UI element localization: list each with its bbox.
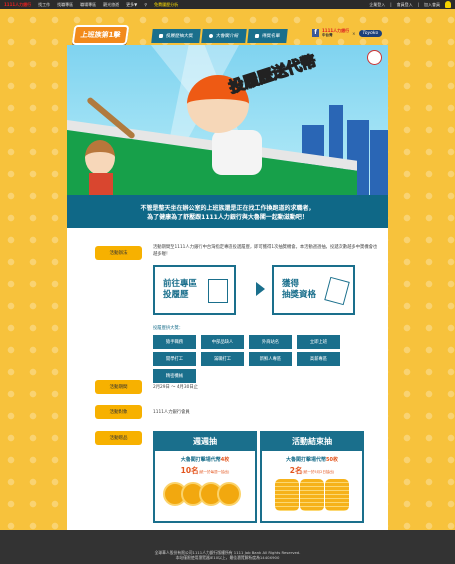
logo-text: 上班族第1擊 xyxy=(80,31,121,39)
draw-note: (統一於5月2日抽出) xyxy=(302,470,335,474)
arrow-right-icon xyxy=(256,282,265,296)
intro-line: 為了健康為了舒壓跟1111人力銀行與大魯閣一起動滋動吧！ xyxy=(147,214,308,221)
batter-body xyxy=(212,130,262,175)
nav-link[interactable]: 找工作 xyxy=(38,2,50,8)
baseball-icon xyxy=(208,34,214,38)
coin-stack-icon xyxy=(275,479,299,511)
tag-button[interactable]: 中部品缺人 xyxy=(201,335,244,349)
nav-label: 投履歷抽大獎 xyxy=(165,34,194,39)
tag-button[interactable]: 精密機械 xyxy=(153,369,196,383)
prize-desc: 大魯閣打擊場代幣50枚 xyxy=(262,456,362,463)
tag-button[interactable]: 立即上班 xyxy=(297,335,340,349)
prize-title: 週週抽 xyxy=(155,433,255,451)
nav-label: 得獎名單 xyxy=(261,34,280,39)
nav-taroko-intro[interactable]: 大魯閣介紹 xyxy=(201,29,247,43)
prize-title: 活動結束抽 xyxy=(262,433,362,451)
step-submit-resume[interactable]: 前往專區 投履歷 xyxy=(153,265,236,315)
coin-stack-icon xyxy=(300,479,324,511)
nav-submit-resume[interactable]: 投履歷抽大獎 xyxy=(151,29,201,43)
register-link[interactable]: 加入會員 xyxy=(424,2,440,8)
winners-count: 10名 xyxy=(180,466,199,475)
prize-desc-text: 大魯閣打擊場代幣 xyxy=(286,457,327,463)
facebook-icon[interactable]: f xyxy=(312,29,319,37)
nav-link[interactable]: 觀光旅遊 xyxy=(103,2,119,8)
tag-button[interactable]: 高薪專區 xyxy=(297,352,340,366)
tag-button[interactable]: 開學打工 xyxy=(153,352,196,366)
tag-button[interactable]: 新鮮人專區 xyxy=(249,352,292,366)
tag-button[interactable]: 外商站名 xyxy=(249,335,292,349)
prize-weekly: 週週抽 大魯閣打擊場代幣4枚 10名(統一於每週一抽出) xyxy=(153,431,257,523)
prize-final: 活動結束抽 大魯閣打擊場代幣50枚 2名(統一於5月2日抽出) xyxy=(260,431,364,523)
label-target: 活動對象 xyxy=(95,405,142,419)
event-logo[interactable]: 上班族第1擊 xyxy=(71,25,130,45)
more-menu[interactable]: 更多▼ xyxy=(126,2,137,8)
footer: 全球華人股份有限公司1111人力銀行版權所有 1111 Job Bank All… xyxy=(0,530,455,564)
prize-winners: 2名(統一於5月2日抽出) xyxy=(262,465,362,476)
coin-stacks-illustration xyxy=(262,479,362,511)
intro-strip: 不管是整天坐在辦公室的上班族還是正在找工作換跑道的求職者， 為了健康為了舒壓跟1… xyxy=(67,195,388,228)
logo-1111: 1111人力銀行 中台灣 xyxy=(322,28,349,38)
header: 上班族第1擊 投履歷抽大獎 大魯閣介紹 得獎名單 f 1111人力銀行 中台灣 ×… xyxy=(0,9,455,45)
content-panel: 活動辦法 活動期間至1111人力銀行中台灣指定專區投遞履歷，即可獲得1次抽獎機會… xyxy=(67,228,388,530)
nav-link[interactable]: 找職專區 xyxy=(57,2,73,8)
document-icon xyxy=(254,34,259,38)
browser-note: 本站僅限使用瀏覽器IE10以上，最佳瀏覽解析度為1440X900 xyxy=(175,555,280,560)
search-icon[interactable]: ⚲ xyxy=(144,2,147,7)
tags-label: 投履歷拚大獎： xyxy=(153,326,184,331)
girl-illustration xyxy=(85,140,115,175)
girl-body xyxy=(89,173,113,195)
prize-desc: 大魯閣打擊場代幣4枚 xyxy=(155,456,255,463)
step-get-draw: 獲得 抽獎資格 xyxy=(272,265,355,315)
period-text: 2月29日 ～ 4月30日止 xyxy=(153,385,198,390)
user-icon[interactable] xyxy=(445,1,451,8)
times-sign: × xyxy=(352,30,356,36)
employer-login-link[interactable]: 企業登入 xyxy=(369,2,385,8)
main-nav: 投履歷抽大獎 大魯閣介紹 得獎名單 xyxy=(151,29,288,43)
label-method: 活動辦法 xyxy=(95,246,142,260)
winners-count: 2名 xyxy=(289,466,303,475)
prize-winners: 10名(統一於每週一抽出) xyxy=(155,465,255,476)
coin-icon xyxy=(217,482,241,506)
nav-label: 大魯閣介紹 xyxy=(215,34,239,39)
ballot-box-icon xyxy=(208,279,228,303)
nav-winners[interactable]: 得獎名單 xyxy=(246,29,288,43)
brand-link[interactable]: 1111人力銀行 xyxy=(4,2,31,8)
briefcase-icon xyxy=(158,34,164,38)
logo-1111-sub: 中台灣 xyxy=(322,33,333,37)
intro-line: 不管是整天坐在辦公室的上班族還是正在找工作換跑道的求職者， xyxy=(140,205,315,212)
building xyxy=(370,130,388,195)
label-period: 活動期間 xyxy=(95,380,142,394)
coins-illustration xyxy=(155,482,255,506)
coin-stack-icon xyxy=(325,479,349,511)
baseball-icon xyxy=(367,50,382,65)
nav-link[interactable]: 職場專區 xyxy=(80,2,96,8)
top-bar: 1111人力銀行 找工作 找職專區 職場專區 觀光旅遊 更多▼ ⚲ 免費履歷分析… xyxy=(0,0,455,9)
prize-qty: 50枚 xyxy=(326,457,338,463)
tag-button[interactable]: 猿手職務 xyxy=(153,335,196,349)
member-login-link[interactable]: 會員登入 xyxy=(397,2,413,8)
promo-link[interactable]: 免費履歷分析 xyxy=(154,2,178,8)
partner-logos: f 1111人力銀行 中台灣 × Toyoko xyxy=(312,28,383,38)
method-text: 活動期間至1111人力銀行中台灣指定專區投遞履歷，即可獲得1次抽獎機會。本活動週… xyxy=(153,245,378,257)
prize-qty: 4枚 xyxy=(220,457,230,463)
tag-list: 猿手職務 中部品缺人 外商站名 立即上班 開學打工 滿職打工 新鮮人專區 高薪專… xyxy=(153,335,385,383)
label-prizes: 活動贈品 xyxy=(95,431,142,445)
tag-button[interactable]: 滿職打工 xyxy=(201,352,244,366)
prize-desc-text: 大魯閣打擊場代幣 xyxy=(180,457,221,463)
hero-banner: 投履歷送代幣 xyxy=(67,45,388,195)
target-text: 1111人力銀行會員 xyxy=(153,410,190,415)
draw-note: (統一於每週一抽出) xyxy=(198,470,230,474)
toyoko-logo: Toyoko xyxy=(358,29,383,37)
